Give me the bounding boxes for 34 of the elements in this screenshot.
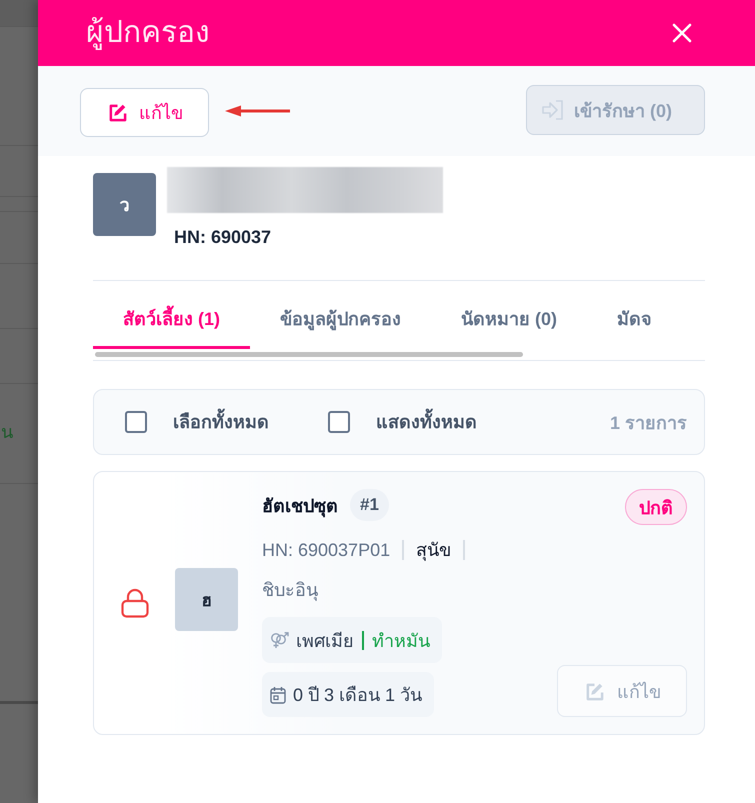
tab[interactable]: สัตว์เลี้ยง (1) [93,281,250,349]
show-all-label[interactable]: แสดงทั้งหมด [376,410,477,434]
calendar-icon [270,686,286,704]
pet-number: #1 [350,489,389,521]
select-all-label[interactable]: เลือกทั้งหมด [173,410,269,434]
tab[interactable]: มัดจ [587,281,652,349]
top-bar [0,0,38,27]
scrollbar-thumb[interactable] [95,352,523,357]
checkbox[interactable] [125,411,147,433]
checkbox[interactable] [328,411,350,433]
edit-button[interactable]: แก้ไข [80,88,209,136]
owner-avatar: ว [93,173,156,236]
status-badge: ปกติ [625,489,687,525]
tab[interactable]: ข้อมูลผู้ปกครอง [250,281,431,349]
neutered-label: ทำหมัน [372,630,430,652]
tab[interactable]: นัดหมาย (0) [431,281,587,349]
pet-sex: เพศเมีย [296,630,354,652]
pet-age: 0 ปี 3 เดือน 1 วัน [293,684,422,707]
pet-name: ฮัตเชปซุต [262,494,338,520]
pet-species: สุนัข [416,539,452,562]
gender-icon [270,632,289,648]
text-fragment: น [1,421,14,444]
close-button[interactable] [672,23,692,43]
drawer-title: ผู้ปกครอง [86,15,211,52]
edit-icon [108,102,127,122]
pet-avatar: ฮ [175,568,238,630]
edit-icon [585,682,604,700]
item-count: 1 รายการ [610,412,687,434]
pet-hn: HN: 690037P01 [262,539,390,562]
pet-breed: ชิบะอินุ [262,579,318,602]
owner-hn: HN: 690037 [174,226,272,248]
pointer-arrow [225,104,291,118]
close-icon [672,23,692,43]
login-icon [541,99,565,121]
